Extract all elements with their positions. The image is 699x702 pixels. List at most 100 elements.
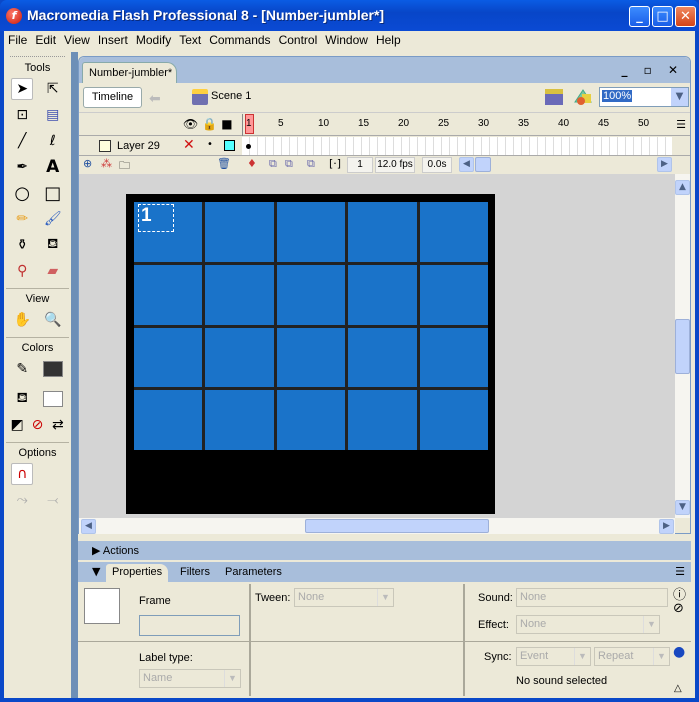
- pencil-tool-icon[interactable]: ✏: [11, 208, 33, 230]
- timeline-scroll-thumb[interactable]: [475, 157, 491, 172]
- tab-properties[interactable]: Properties: [106, 564, 169, 582]
- add-layer-icon[interactable]: ⊕: [83, 157, 92, 170]
- straighten-icon[interactable]: ⤙: [42, 489, 64, 511]
- tab-parameters[interactable]: Parameters: [219, 564, 288, 582]
- onion-outline-icon[interactable]: ⧉: [285, 157, 293, 171]
- lasso-tool-icon[interactable]: ℓ: [42, 130, 64, 152]
- maximize-button[interactable]: □: [652, 6, 673, 27]
- rectangle-tool-icon[interactable]: □: [42, 182, 64, 204]
- edit-symbols-icon[interactable]: [573, 88, 593, 106]
- edit-external-icon[interactable]: ⊘: [673, 601, 684, 616]
- tile-number-label[interactable]: 1: [138, 204, 174, 232]
- panel-divider[interactable]: [71, 52, 78, 698]
- horizontal-scroll-thumb[interactable]: [305, 519, 489, 533]
- ink-bottle-tool-icon[interactable]: ⚱: [11, 234, 33, 256]
- swap-colors-icon[interactable]: ⇄: [48, 414, 68, 436]
- tile[interactable]: [205, 264, 274, 325]
- center-frame-icon[interactable]: ♦: [247, 157, 257, 170]
- collapse-panel-icon[interactable]: △: [674, 683, 682, 694]
- pen-tool-icon[interactable]: ✒: [11, 156, 33, 178]
- layer-lock-dot[interactable]: •: [207, 139, 213, 150]
- menu-edit[interactable]: Edit: [31, 31, 60, 50]
- line-tool-icon[interactable]: ╱: [11, 130, 33, 152]
- no-color-icon[interactable]: ⊘: [27, 414, 47, 436]
- trash-icon[interactable]: 🗑: [217, 157, 231, 170]
- frame-ruler[interactable]: 1 5 10 15 20 25 30 35 40 45 50: [242, 114, 672, 136]
- layer-outline-color[interactable]: [224, 140, 235, 151]
- tile[interactable]: [205, 327, 274, 388]
- menu-insert[interactable]: Insert: [94, 31, 132, 50]
- tab-filters[interactable]: Filters: [174, 564, 216, 582]
- menu-help[interactable]: Help: [372, 31, 405, 50]
- scroll-up-icon[interactable]: ▲: [675, 180, 690, 195]
- repeat-select[interactable]: Repeat ▼: [594, 647, 670, 666]
- zoom-select[interactable]: 100% ▼: [599, 87, 689, 107]
- panel-menu-icon[interactable]: ☰: [675, 565, 685, 578]
- onion-skin-icon[interactable]: ⧉: [269, 157, 277, 171]
- tile[interactable]: [348, 327, 417, 388]
- edit-multiple-icon[interactable]: ⧉: [307, 157, 315, 171]
- label-type-select[interactable]: Name ▼: [139, 669, 241, 688]
- fill-color-swatch[interactable]: [42, 388, 64, 410]
- gradient-transform-tool-icon[interactable]: ▤: [42, 104, 64, 126]
- sync-select[interactable]: Event ▼: [516, 647, 591, 666]
- horizontal-scrollbar[interactable]: ◀ ▶: [79, 518, 675, 534]
- add-motion-guide-icon[interactable]: ⁂: [101, 157, 112, 170]
- snap-magnet-icon[interactable]: ∩: [11, 463, 34, 485]
- onion-markers-icon[interactable]: [·]: [329, 157, 341, 170]
- document-window-controls[interactable]: _ ▫ ✕: [621, 63, 684, 77]
- brush-tool-icon[interactable]: 🖌: [42, 208, 64, 230]
- frame-cells[interactable]: [242, 137, 672, 155]
- scroll-left-icon[interactable]: ◀: [459, 157, 474, 172]
- vertical-scroll-thumb[interactable]: [675, 319, 690, 374]
- timeline-menu-icon[interactable]: ☰: [676, 118, 686, 131]
- tile[interactable]: [134, 390, 203, 450]
- back-arrow-icon[interactable]: ⬅: [149, 91, 161, 107]
- scene-label[interactable]: Scene 1: [211, 90, 251, 102]
- tile[interactable]: [419, 202, 488, 262]
- stage[interactable]: 1: [126, 194, 495, 514]
- tile[interactable]: [276, 202, 346, 262]
- subselection-tool-icon[interactable]: ⇱: [42, 78, 64, 100]
- tile[interactable]: [419, 327, 488, 388]
- scroll-down-icon[interactable]: ▼: [675, 500, 690, 515]
- oval-tool-icon[interactable]: ○: [11, 182, 33, 204]
- menu-file[interactable]: File: [4, 31, 31, 50]
- menu-window[interactable]: Window: [321, 31, 372, 50]
- minimize-button[interactable]: _: [629, 6, 650, 27]
- hand-tool-icon[interactable]: ✋: [11, 309, 33, 331]
- accessibility-icon[interactable]: ●: [673, 644, 685, 660]
- close-button[interactable]: ✕: [675, 6, 696, 27]
- tile[interactable]: [134, 264, 203, 325]
- scroll-right-icon[interactable]: ▶: [659, 519, 674, 534]
- selection-tool-icon[interactable]: ➤: [11, 78, 34, 100]
- menu-control[interactable]: Control: [275, 31, 322, 50]
- tween-select[interactable]: None ▼: [294, 588, 394, 607]
- eyedropper-tool-icon[interactable]: ⚲: [11, 260, 33, 282]
- menu-view[interactable]: View: [60, 31, 94, 50]
- black-white-icon[interactable]: ◩: [7, 414, 27, 436]
- tile[interactable]: [276, 327, 346, 388]
- zoom-tool-icon[interactable]: 🔍: [42, 309, 64, 331]
- eye-icon[interactable]: 👁: [183, 117, 202, 131]
- frame-name-input[interactable]: [139, 615, 240, 636]
- layer-name[interactable]: Layer 29: [117, 140, 160, 152]
- layer-hidden-icon[interactable]: ✕: [183, 137, 195, 153]
- tile[interactable]: [419, 264, 488, 325]
- scroll-right-icon[interactable]: ▶: [657, 157, 672, 172]
- stroke-color-swatch[interactable]: [42, 358, 64, 380]
- paint-bucket-tool-icon[interactable]: ⛾: [42, 234, 64, 256]
- tile[interactable]: [419, 390, 488, 450]
- vertical-scrollbar[interactable]: ▲ ▼: [675, 174, 690, 518]
- layer-row[interactable]: Layer 29 ✕ •: [79, 137, 690, 155]
- timeline-button[interactable]: Timeline: [83, 87, 142, 108]
- effect-select[interactable]: None ▼: [516, 615, 660, 634]
- tile[interactable]: [348, 202, 417, 262]
- chevron-down-icon[interactable]: ▼: [671, 88, 688, 106]
- menu-commands[interactable]: Commands: [205, 31, 274, 50]
- tile[interactable]: [134, 327, 203, 388]
- lock-icon[interactable]: 🔒: [202, 117, 221, 131]
- frame-rate[interactable]: 12.0 fps: [375, 157, 415, 173]
- text-tool-icon[interactable]: A: [42, 156, 64, 178]
- panel-grip[interactable]: [10, 56, 65, 60]
